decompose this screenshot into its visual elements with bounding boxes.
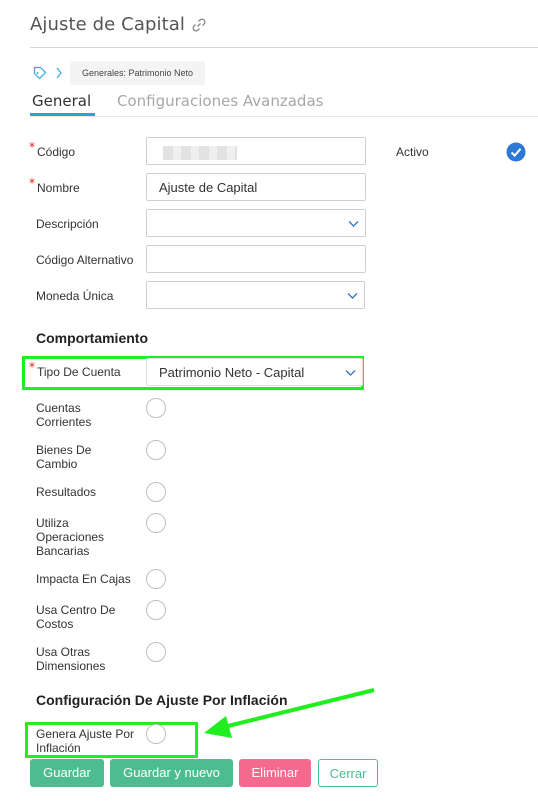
- comportamiento-section-title: Comportamiento: [36, 330, 148, 346]
- genera-ajuste-label: Genera Ajuste Por Inflación: [36, 727, 135, 755]
- tipo-cuenta-label: Tipo De Cuenta: [37, 365, 121, 379]
- usa-centro-de-costos-label: Usa Centro De Costos: [36, 603, 116, 631]
- breadcrumb-item[interactable]: Generales: Patrimonio Neto: [70, 61, 206, 85]
- impacta-en-cajas-label: Impacta En Cajas: [36, 572, 131, 586]
- cerrar-button[interactable]: Cerrar: [318, 759, 378, 787]
- utiliza-operaciones-bancarias-label: Utiliza Operaciones Bancarias: [36, 516, 105, 558]
- tag-icon[interactable]: [33, 66, 47, 80]
- resultados-toggle[interactable]: [146, 482, 166, 502]
- codigo-redacted-value: [163, 146, 237, 160]
- activo-checked-icon[interactable]: [506, 142, 526, 162]
- codigo-input[interactable]: [146, 137, 366, 165]
- utiliza-operaciones-bancarias-toggle[interactable]: [146, 513, 166, 533]
- cuentas-corrientes-label: Cuentas Corrientes: [36, 401, 92, 429]
- chevron-down-icon: [347, 293, 358, 299]
- moneda-label: Moneda Única: [36, 289, 114, 303]
- codigo-alternativo-input[interactable]: [146, 245, 366, 273]
- genera-ajuste-toggle[interactable]: [146, 724, 166, 744]
- guardar-button[interactable]: Guardar: [30, 759, 104, 787]
- tab-general[interactable]: General: [32, 92, 91, 110]
- required-marker: *: [29, 176, 35, 190]
- chevron-right-icon: [56, 67, 62, 79]
- activo-label: Activo: [396, 145, 429, 159]
- descripcion-select[interactable]: [146, 209, 366, 237]
- usa-otras-dimensiones-toggle[interactable]: [146, 642, 166, 662]
- guardar-y-nuevo-button[interactable]: Guardar y nuevo: [110, 759, 233, 787]
- moneda-select[interactable]: [146, 281, 365, 309]
- tab-configuraciones-avanzadas[interactable]: Configuraciones Avanzadas: [117, 92, 323, 110]
- annotation-arrow: [204, 688, 375, 738]
- title-divider: [30, 47, 538, 48]
- descripcion-label: Descripción: [36, 217, 99, 231]
- codigo-label: Código: [37, 145, 76, 159]
- bienes-de-cambio-label: Bienes De Cambio: [36, 443, 92, 471]
- eliminar-button[interactable]: Eliminar: [239, 759, 311, 787]
- tipo-cuenta-value: Patrimonio Neto - Capital: [159, 365, 305, 380]
- impacta-en-cajas-toggle[interactable]: [146, 569, 166, 589]
- usa-centro-de-costos-toggle[interactable]: [146, 600, 166, 620]
- codigo-alternativo-label: Código Alternativo: [36, 253, 134, 267]
- bienes-de-cambio-toggle[interactable]: [146, 440, 166, 460]
- required-marker: *: [29, 140, 35, 154]
- nombre-input[interactable]: Ajuste de Capital: [146, 173, 366, 201]
- chevron-down-icon: [348, 221, 359, 227]
- page-title-text: Ajuste de Capital: [30, 14, 185, 35]
- required-marker: *: [29, 360, 35, 374]
- link-icon[interactable]: [191, 17, 207, 33]
- page-title: Ajuste de Capital: [30, 14, 207, 35]
- nombre-label: Nombre: [37, 181, 80, 195]
- tipo-cuenta-select[interactable]: Patrimonio Neto - Capital: [146, 358, 363, 386]
- cuentas-corrientes-toggle[interactable]: [146, 398, 166, 418]
- usa-otras-dimensiones-label: Usa Otras Dimensiones: [36, 645, 106, 673]
- resultados-label: Resultados: [36, 485, 97, 499]
- chevron-down-icon: [345, 370, 356, 376]
- tab-divider: [30, 116, 538, 117]
